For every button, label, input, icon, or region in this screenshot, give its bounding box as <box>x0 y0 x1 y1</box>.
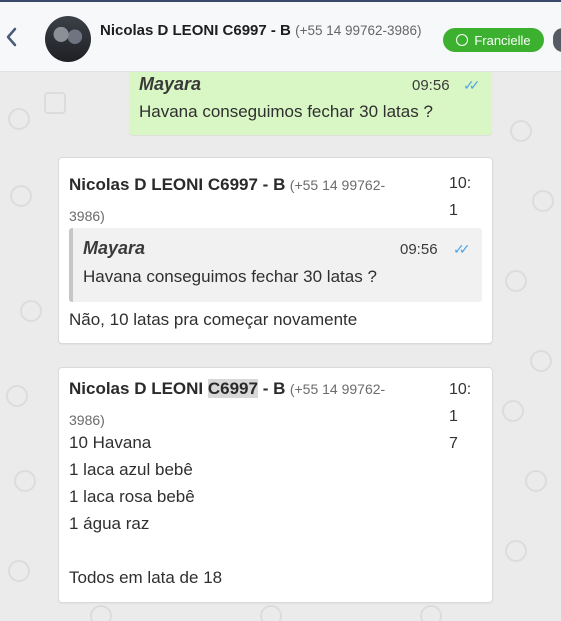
chevron-left-icon[interactable] <box>2 26 20 48</box>
more-button[interactable] <box>553 28 561 52</box>
quote-sender: Mayara <box>83 238 146 258</box>
incoming-message[interactable]: Nicolas D LEONI C6997 - B (+55 14 99762-… <box>58 157 493 344</box>
author-name: Nicolas D LEONI C6997 - B <box>69 379 285 398</box>
author-name: Nicolas D LEONI C6997 - B <box>69 175 286 194</box>
message-author: Nicolas D LEONI C6997 - B (+55 14 99762-… <box>69 374 424 436</box>
time-part: 7 <box>449 435 458 452</box>
message-line: 1 laca rosa bebê <box>69 487 195 506</box>
quote-time: 09:56 <box>400 241 438 258</box>
quoted-message[interactable]: Mayara 09:56 ✓✓ Havana conseguimos fecha… <box>69 228 482 302</box>
contact-name: Nicolas D LEONI C6997 - B <box>100 22 291 39</box>
message-line: Todos em lata de 18 <box>69 568 223 587</box>
time-part: 10:1 <box>449 175 472 219</box>
message-text: Não, 10 latas pra começar novamente <box>69 310 358 329</box>
message-time: 09:56 <box>412 77 450 94</box>
message-time: 10:1 7 <box>449 376 479 457</box>
author-name-prefix: Nicolas D LEONI <box>69 379 208 398</box>
avatar[interactable] <box>45 16 91 62</box>
author-phone: (+55 14 99762- <box>289 381 386 397</box>
message-author: Nicolas D LEONI C6997 - B (+55 14 99762-… <box>69 170 424 232</box>
chat-header: Nicolas D LEONI C6997 - B (+55 14 99762-… <box>0 0 561 72</box>
message-text: Havana conseguimos fechar 30 latas ? <box>139 102 433 121</box>
author-name-suffix: - B <box>257 379 286 398</box>
whatsapp-icon <box>456 34 469 46</box>
contact-title[interactable]: Nicolas D LEONI C6997 - B (+55 14 99762-… <box>100 23 430 39</box>
message-line: 1 laca azul bebê <box>69 460 193 479</box>
message-sender: Mayara <box>139 74 202 94</box>
quote-text: Havana conseguimos fechar 30 latas ? <box>83 267 377 286</box>
incoming-message[interactable]: Nicolas D LEONI C6997 - B (+55 14 99762-… <box>58 367 493 603</box>
author-phone-cont: 3986) <box>69 412 105 428</box>
time-part: 10:1 <box>449 381 472 425</box>
read-ticks-icon: ✓✓ <box>463 77 481 93</box>
author-phone: (+55 14 99762- <box>289 177 386 193</box>
search-highlight: C6997 <box>207 379 258 398</box>
agent-badge-button[interactable]: Francielle <box>443 28 544 52</box>
message-line: 10 Havana <box>69 433 152 452</box>
author-phone-cont: 3986) <box>69 208 105 224</box>
message-line: 1 água raz <box>69 514 150 533</box>
read-ticks-icon: ✓✓ <box>453 241 471 257</box>
agent-label: Francielle <box>474 32 531 48</box>
outgoing-message[interactable]: Mayara 09:56 ✓✓ Havana conseguimos fecha… <box>129 72 492 135</box>
contact-phone: (+55 14 99762-3986) <box>295 23 422 38</box>
